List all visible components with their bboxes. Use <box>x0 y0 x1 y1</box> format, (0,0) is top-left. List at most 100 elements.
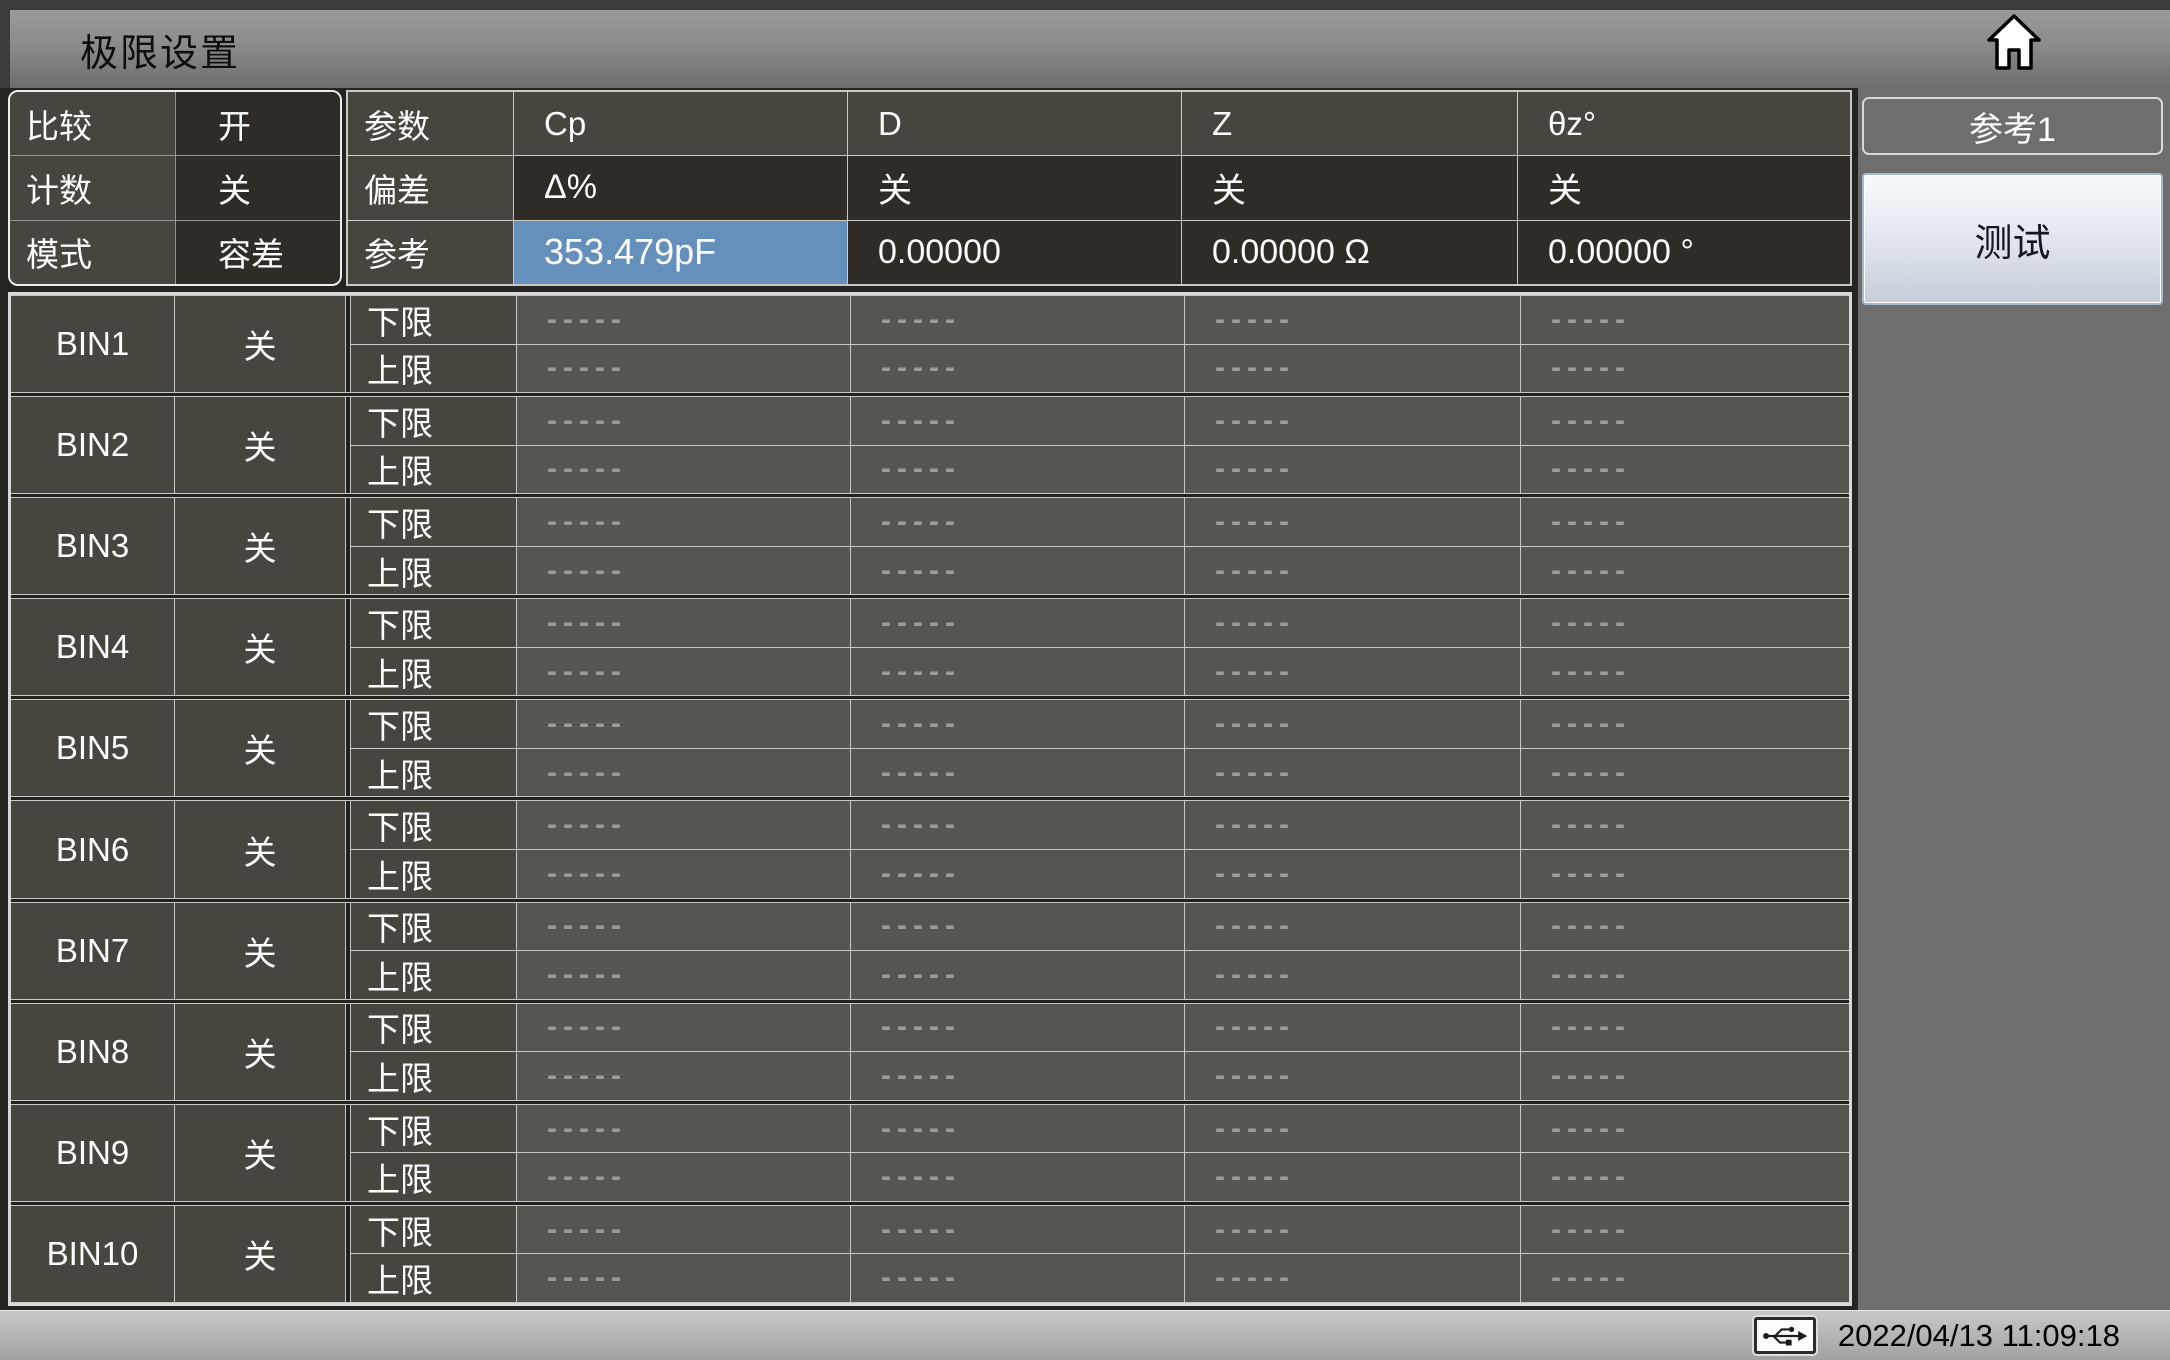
param-d-cell[interactable]: D <box>848 92 1181 156</box>
upper-limit-theta-value[interactable]: ----- <box>1521 445 1849 494</box>
upper-limit-cp-value[interactable]: ----- <box>517 647 850 696</box>
upper-limit-theta-value[interactable]: ----- <box>1521 748 1849 797</box>
lower-limit-d-value[interactable]: ----- <box>851 397 1184 445</box>
upper-limit-theta-value[interactable]: ----- <box>1521 1153 1849 1201</box>
upper-limit-d-value[interactable]: ----- <box>851 344 1184 393</box>
lower-limit-theta-value[interactable]: ----- <box>1521 801 1849 850</box>
upper-limit-d-value[interactable]: ----- <box>851 1254 1184 1302</box>
upper-limit-d-value[interactable]: ----- <box>851 445 1184 494</box>
home-button[interactable] <box>1986 12 2042 72</box>
lower-limit-d-value[interactable]: ----- <box>851 1205 1184 1254</box>
reference-z-cell[interactable]: 0.00000 Ω <box>1182 220 1517 284</box>
lower-limit-z-value[interactable]: ----- <box>1185 599 1520 647</box>
lower-limit-z-value[interactable]: ----- <box>1185 1104 1520 1153</box>
lower-limit-d-value[interactable]: ----- <box>851 1104 1184 1153</box>
lower-limit-cp-value[interactable]: ----- <box>517 397 850 445</box>
lower-limit-theta-value[interactable]: ----- <box>1521 1205 1849 1254</box>
upper-limit-z-value[interactable]: ----- <box>1185 647 1520 696</box>
bin-state-toggle[interactable]: 关 <box>175 1205 345 1302</box>
bin-state-toggle[interactable]: 关 <box>175 700 345 797</box>
lower-limit-z-value[interactable]: ----- <box>1185 296 1520 344</box>
upper-limit-z-value[interactable]: ----- <box>1185 1254 1520 1302</box>
count-toggle[interactable]: 关 <box>176 156 340 220</box>
upper-limit-theta-value[interactable]: ----- <box>1521 647 1849 696</box>
lower-limit-d-value[interactable]: ----- <box>851 801 1184 850</box>
upper-limit-cp-value[interactable]: ----- <box>517 445 850 494</box>
lower-limit-theta-value[interactable]: ----- <box>1521 1104 1849 1153</box>
comparator-toggle[interactable]: 开 <box>176 92 340 156</box>
upper-limit-z-value[interactable]: ----- <box>1185 445 1520 494</box>
lower-limit-cp-value[interactable]: ----- <box>517 801 850 850</box>
upper-limit-theta-value[interactable]: ----- <box>1521 1052 1849 1100</box>
upper-limit-theta-value[interactable]: ----- <box>1521 344 1849 393</box>
lower-limit-cp-value[interactable]: ----- <box>517 1104 850 1153</box>
upper-limit-theta-value[interactable]: ----- <box>1521 850 1849 898</box>
param-z-cell[interactable]: Z <box>1182 92 1517 156</box>
lower-limit-z-value[interactable]: ----- <box>1185 397 1520 445</box>
upper-limit-theta-value[interactable]: ----- <box>1521 546 1849 595</box>
lower-limit-theta-value[interactable]: ----- <box>1521 397 1849 445</box>
upper-limit-theta-value[interactable]: ----- <box>1521 951 1849 999</box>
lower-limit-cp-value[interactable]: ----- <box>517 498 850 546</box>
upper-limit-cp-value[interactable]: ----- <box>517 344 850 393</box>
upper-limit-cp-value[interactable]: ----- <box>517 1153 850 1201</box>
bin-state-toggle[interactable]: 关 <box>175 599 345 696</box>
lower-limit-z-value[interactable]: ----- <box>1185 1205 1520 1254</box>
upper-limit-d-value[interactable]: ----- <box>851 546 1184 595</box>
reference-cp-cell-selected[interactable]: 353.479pF <box>514 220 847 284</box>
bin-state-toggle[interactable]: 关 <box>175 801 345 898</box>
lower-limit-theta-value[interactable]: ----- <box>1521 1003 1849 1052</box>
deviation-z-cell[interactable]: 关 <box>1182 156 1517 220</box>
mode-select[interactable]: 容差 <box>176 220 340 284</box>
deviation-d-cell[interactable]: 关 <box>848 156 1181 220</box>
upper-limit-cp-value[interactable]: ----- <box>517 951 850 999</box>
lower-limit-z-value[interactable]: ----- <box>1185 801 1520 850</box>
test-button[interactable]: 测试 <box>1862 173 2163 305</box>
bin-state-toggle[interactable]: 关 <box>175 296 345 393</box>
deviation-cp-cell[interactable]: Δ% <box>514 156 847 220</box>
upper-limit-d-value[interactable]: ----- <box>851 1153 1184 1201</box>
param-theta-cell[interactable]: θz° <box>1518 92 1850 156</box>
lower-limit-theta-value[interactable]: ----- <box>1521 902 1849 951</box>
lower-limit-d-value[interactable]: ----- <box>851 599 1184 647</box>
lower-limit-z-value[interactable]: ----- <box>1185 498 1520 546</box>
bin-state-toggle[interactable]: 关 <box>175 498 345 595</box>
lower-limit-cp-value[interactable]: ----- <box>517 599 850 647</box>
upper-limit-cp-value[interactable]: ----- <box>517 1254 850 1302</box>
lower-limit-cp-value[interactable]: ----- <box>517 1003 850 1052</box>
upper-limit-z-value[interactable]: ----- <box>1185 546 1520 595</box>
bin-state-toggle[interactable]: 关 <box>175 902 345 999</box>
upper-limit-z-value[interactable]: ----- <box>1185 850 1520 898</box>
upper-limit-cp-value[interactable]: ----- <box>517 546 850 595</box>
upper-limit-d-value[interactable]: ----- <box>851 647 1184 696</box>
upper-limit-z-value[interactable]: ----- <box>1185 344 1520 393</box>
bin-state-toggle[interactable]: 关 <box>175 1003 345 1100</box>
upper-limit-cp-value[interactable]: ----- <box>517 1052 850 1100</box>
lower-limit-theta-value[interactable]: ----- <box>1521 296 1849 344</box>
deviation-theta-cell[interactable]: 关 <box>1518 156 1850 220</box>
upper-limit-theta-value[interactable]: ----- <box>1521 1254 1849 1302</box>
lower-limit-z-value[interactable]: ----- <box>1185 902 1520 951</box>
upper-limit-cp-value[interactable]: ----- <box>517 748 850 797</box>
lower-limit-cp-value[interactable]: ----- <box>517 902 850 951</box>
upper-limit-z-value[interactable]: ----- <box>1185 951 1520 999</box>
upper-limit-z-value[interactable]: ----- <box>1185 748 1520 797</box>
bin-state-toggle[interactable]: 关 <box>175 1104 345 1201</box>
reference-page-indicator[interactable]: 参考1 <box>1862 97 2163 155</box>
lower-limit-d-value[interactable]: ----- <box>851 296 1184 344</box>
lower-limit-z-value[interactable]: ----- <box>1185 700 1520 748</box>
lower-limit-d-value[interactable]: ----- <box>851 498 1184 546</box>
reference-d-cell[interactable]: 0.00000 <box>848 220 1181 284</box>
lower-limit-theta-value[interactable]: ----- <box>1521 599 1849 647</box>
lower-limit-cp-value[interactable]: ----- <box>517 1205 850 1254</box>
lower-limit-d-value[interactable]: ----- <box>851 902 1184 951</box>
upper-limit-z-value[interactable]: ----- <box>1185 1052 1520 1100</box>
param-cp-cell[interactable]: Cp <box>514 92 847 156</box>
upper-limit-d-value[interactable]: ----- <box>851 850 1184 898</box>
upper-limit-d-value[interactable]: ----- <box>851 951 1184 999</box>
lower-limit-theta-value[interactable]: ----- <box>1521 700 1849 748</box>
upper-limit-d-value[interactable]: ----- <box>851 748 1184 797</box>
upper-limit-z-value[interactable]: ----- <box>1185 1153 1520 1201</box>
bin-state-toggle[interactable]: 关 <box>175 397 345 494</box>
lower-limit-cp-value[interactable]: ----- <box>517 296 850 344</box>
